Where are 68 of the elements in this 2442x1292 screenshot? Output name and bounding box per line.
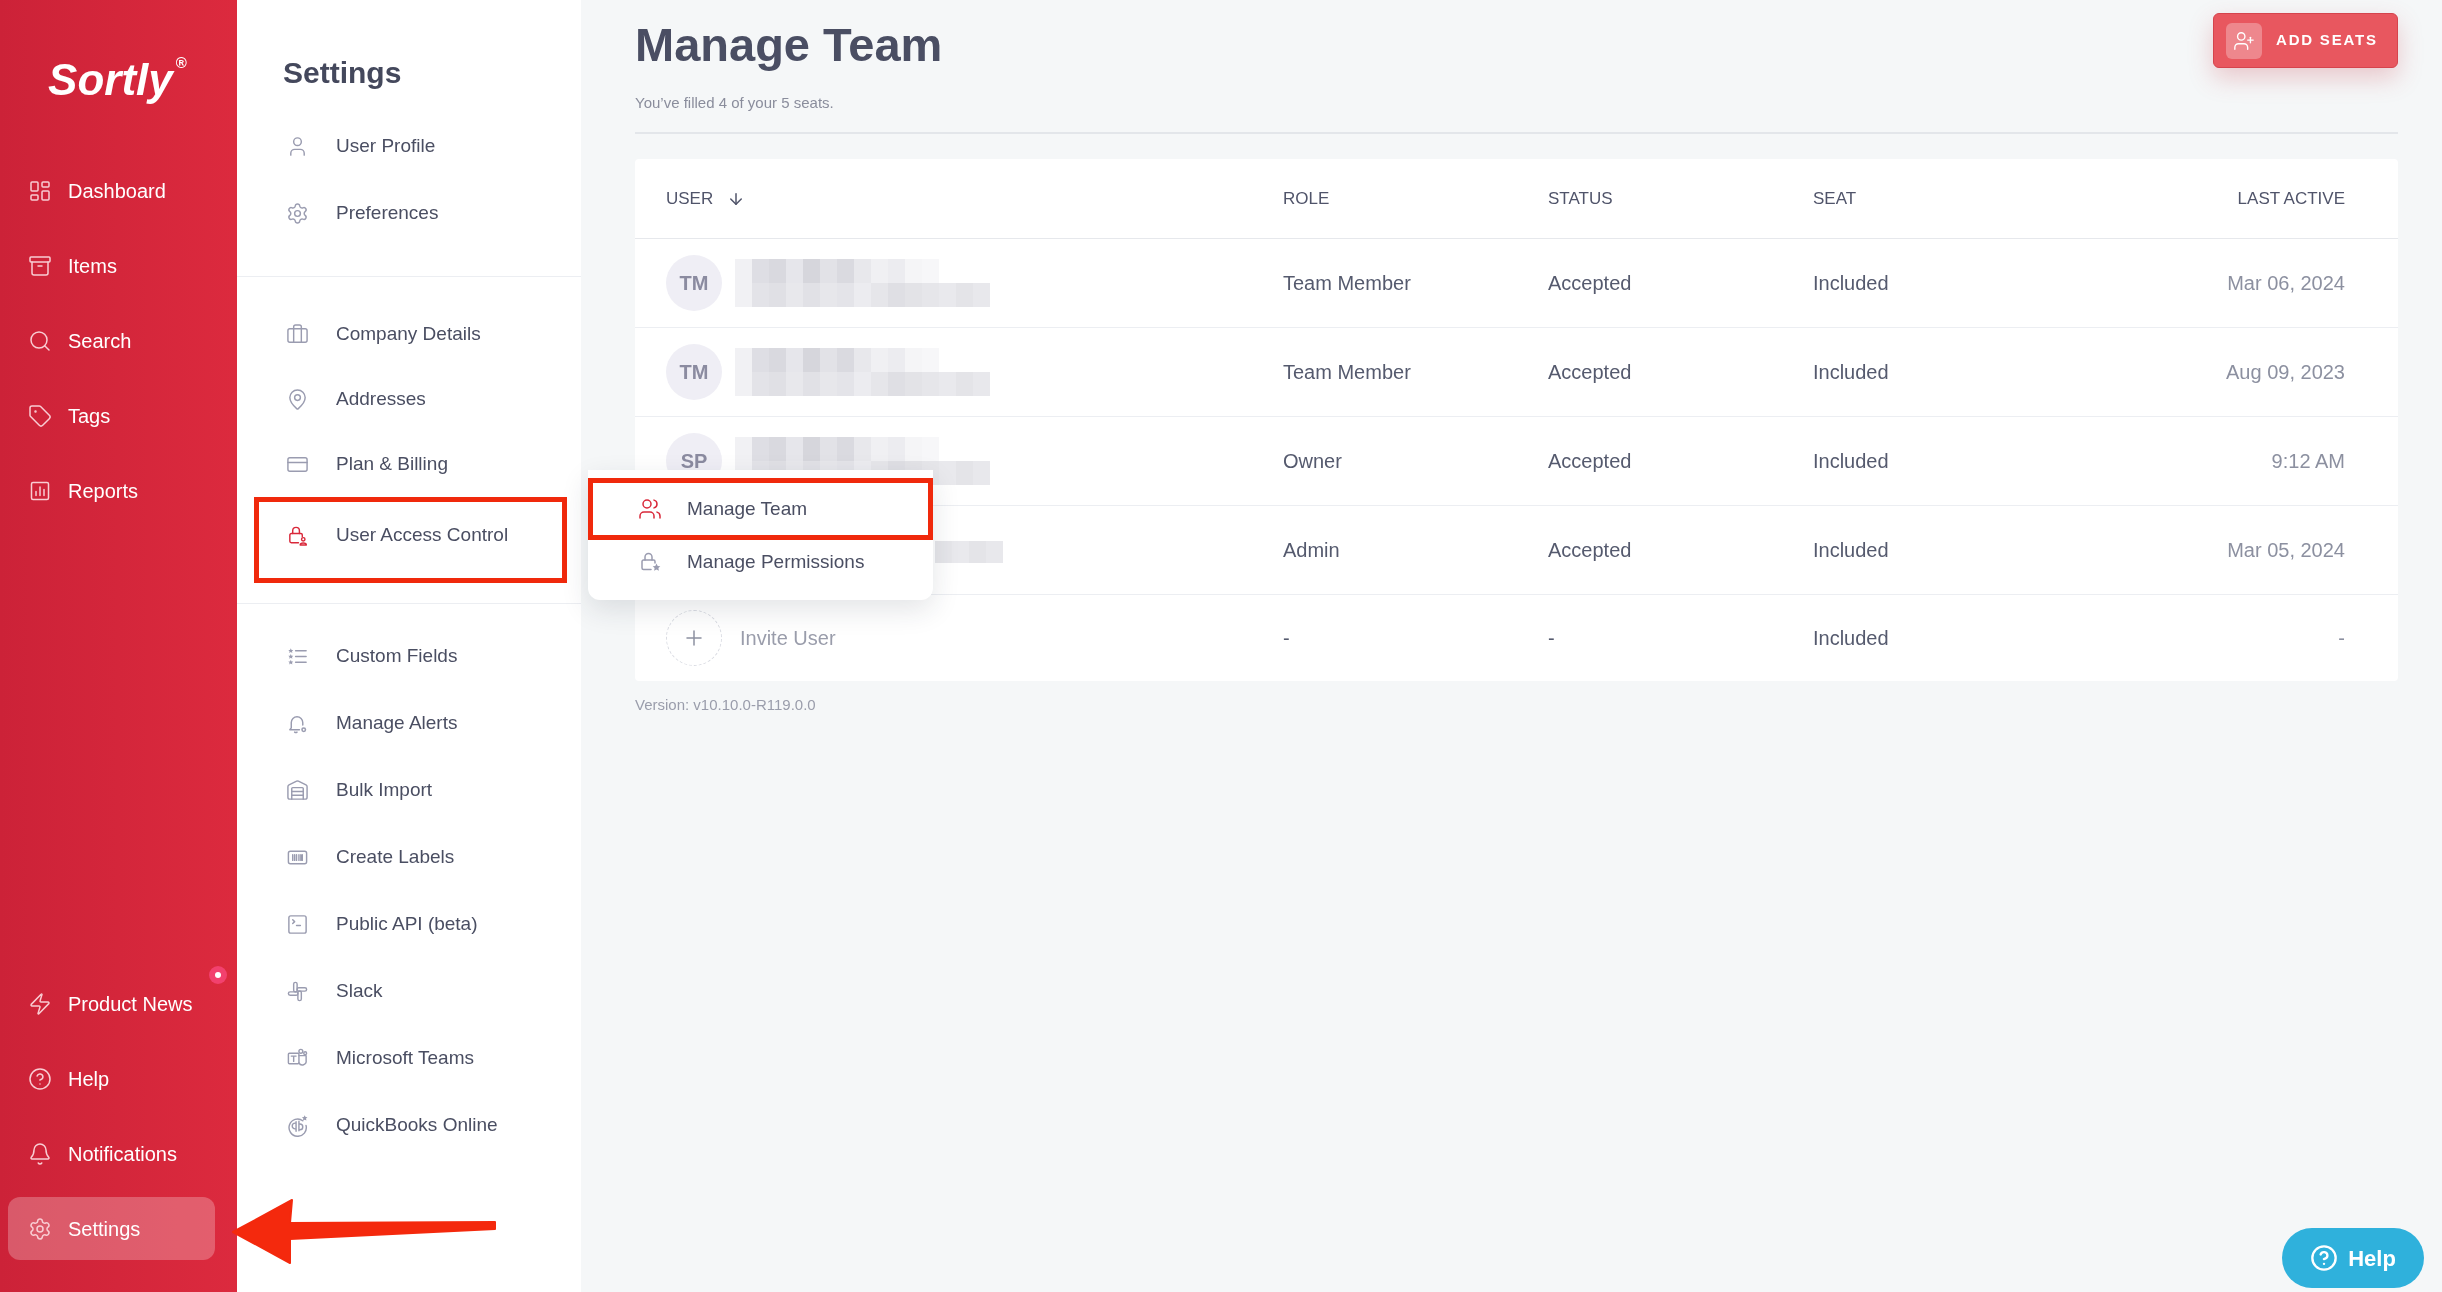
flyout-menu-item[interactable]: Manage Permissions <box>588 540 933 584</box>
seat-count-text: You’ve filled 4 of your 5 seats. <box>635 93 835 113</box>
page-title: Manage Team <box>635 17 943 73</box>
role-cell-text: Team Member <box>1283 271 1411 296</box>
column-header[interactable]: LAST ACTIVE <box>2237 185 2345 212</box>
nav-item[interactable]: Reports <box>8 459 215 522</box>
settings-menu-item[interactable]: QuickBooks Online <box>237 1092 581 1159</box>
status-cell-text: Accepted <box>1548 538 1632 563</box>
seat-cell-text: Included <box>1813 360 1889 385</box>
role-cell-text: Team Member <box>1283 360 1411 385</box>
nav-item[interactable]: Search <box>8 309 215 372</box>
status-cell-text: - <box>1548 626 1555 651</box>
seat-cell-text: Included <box>1813 626 1889 651</box>
nav-item[interactable]: Settings <box>8 1197 215 1260</box>
settings-title: Settings <box>282 55 403 91</box>
help-icon <box>28 1066 52 1091</box>
settings-menu-item[interactable]: Microsoft Teams <box>237 1025 581 1092</box>
search-icon <box>28 328 52 353</box>
status-cell-text: Accepted <box>1548 271 1632 296</box>
add-seats-button[interactable]: ADD SEATS <box>2213 13 2398 68</box>
help-icon <box>2310 1244 2339 1272</box>
avatar: TM <box>666 255 722 311</box>
last-active-cell-text: Mar 06, 2024 <box>2227 271 2345 296</box>
last-active-cell-text: Aug 09, 2023 <box>2226 360 2345 385</box>
seat-cell-text: Included <box>1813 538 1889 563</box>
pixelated-name-drawing <box>935 541 1003 563</box>
last-active-cell-text: - <box>2338 626 2345 651</box>
settings-menu-item[interactable]: Plan & Billing <box>237 432 581 497</box>
dashboard-grid-icon <box>28 178 52 203</box>
column-header[interactable]: USER <box>666 185 746 212</box>
role-cell-text: - <box>1283 626 1290 651</box>
column-header[interactable]: STATUS <box>1548 185 1613 212</box>
role-cell-text: Admin <box>1283 538 1340 563</box>
last-active-cell-text: Mar 05, 2024 <box>2227 538 2345 563</box>
nav-item[interactable]: Items <box>8 234 215 297</box>
status-cell-text: Accepted <box>1548 360 1632 385</box>
column-header[interactable]: ROLE <box>1283 185 1330 212</box>
settings-menu-item[interactable]: Preferences <box>237 180 581 247</box>
settings-menu-item[interactable]: Custom Fields <box>237 623 581 690</box>
status-cell-text: Accepted <box>1548 449 1632 474</box>
settings-menu-item[interactable]: User Access Control <box>259 502 562 578</box>
version-text: Version: v10.10.0-R119.0.0 <box>635 695 817 715</box>
user-plus-icon <box>2226 22 2262 59</box>
nav-item[interactable]: Notifications <box>8 1122 215 1185</box>
bell-icon <box>28 1141 52 1166</box>
seat-cell-text: Included <box>1813 271 1889 296</box>
last-active-cell-text: 9:12 AM <box>2271 449 2345 474</box>
avatar: TM <box>666 344 722 400</box>
role-cell-text: Owner <box>1283 449 1342 474</box>
logo: Sortly$^{®}$ <box>47 52 188 106</box>
settings-menu-item[interactable]: User Profile <box>237 113 581 180</box>
lightning-icon <box>28 991 52 1016</box>
box-icon <box>28 253 52 278</box>
nav-item[interactable]: Tags <box>8 384 215 447</box>
settings-menu-item[interactable]: Bulk Import <box>237 757 581 824</box>
nav-item[interactable]: Dashboard <box>8 159 215 222</box>
settings-menu-item[interactable]: Create Labels <box>237 824 581 891</box>
settings-menu-item[interactable]: Manage Alerts <box>237 690 581 757</box>
tag-icon <box>28 403 52 428</box>
nav-item[interactable]: Product News <box>8 972 215 1035</box>
settings-icon <box>28 1216 52 1241</box>
seat-cell-text: Included <box>1813 449 1889 474</box>
settings-menu-item[interactable]: Public API (beta) <box>237 891 581 958</box>
nav-item[interactable]: Help <box>8 1047 215 1110</box>
column-header[interactable]: SEAT <box>1813 185 1857 212</box>
settings-menu-item[interactable]: Slack <box>237 958 581 1025</box>
settings-menu-item[interactable]: Addresses <box>237 367 581 432</box>
settings-menu-item[interactable]: Company Details <box>237 302 581 367</box>
